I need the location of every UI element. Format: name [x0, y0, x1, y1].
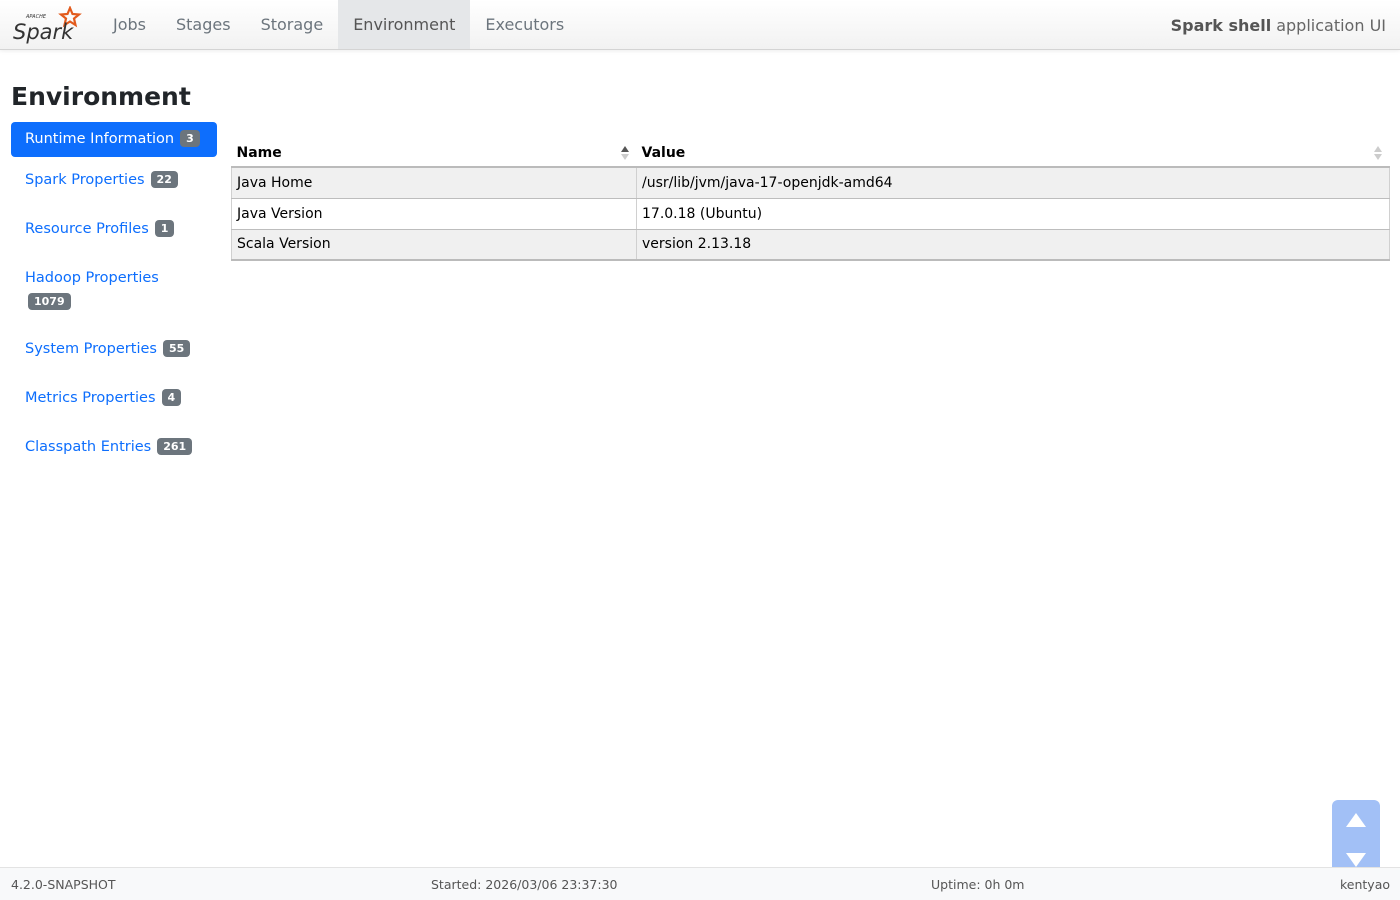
sort-icon	[1373, 146, 1382, 160]
triangle-down-icon	[1346, 853, 1366, 867]
sidebar-item-classpath-entries[interactable]: Classpath Entries 261	[11, 430, 217, 465]
nav-tabs: Jobs Stages Storage Environment Executor…	[98, 0, 579, 49]
property-value-cell: version 2.13.18	[636, 229, 1390, 261]
column-header-label: Value	[641, 144, 686, 161]
tab-storage[interactable]: Storage	[246, 0, 339, 49]
count-badge: 261	[157, 438, 193, 455]
count-badge: 55	[162, 340, 191, 357]
sidebar-item-runtime-information[interactable]: Runtime Information 3	[11, 122, 217, 157]
tab-environment[interactable]: Environment	[338, 0, 471, 49]
tab-executors[interactable]: Executors	[470, 0, 579, 49]
spark-logo[interactable]: APACHE Spark	[0, 0, 98, 50]
count-badge: 4	[161, 389, 182, 406]
tab-jobs[interactable]: Jobs	[98, 0, 161, 49]
property-name-cell: Scala Version	[231, 229, 637, 261]
property-name-cell: Java Version	[231, 198, 637, 230]
table-row: Scala Version version 2.13.18	[231, 229, 1390, 261]
sidebar-item-label: System Properties	[25, 341, 157, 357]
page-title: Environment	[11, 82, 191, 111]
property-value-cell: 17.0.18 (Ubuntu)	[636, 198, 1390, 230]
app-name: Spark shell	[1170, 15, 1272, 35]
sidebar-nav: Runtime Information 3 Spark Properties 22 …	[11, 122, 217, 479]
column-header-name[interactable]: Name	[231, 137, 637, 168]
property-value-cell: /usr/lib/jvm/java-17-openjdk-amd64	[636, 167, 1390, 199]
sidebar-item-label: Classpath Entries	[25, 439, 152, 455]
sidebar-item-spark-properties[interactable]: Spark Properties 22	[11, 163, 217, 198]
sidebar-item-resource-profiles[interactable]: Resource Profiles 1	[11, 212, 217, 247]
spark-version: 4.2.0-SNAPSHOT	[11, 877, 116, 892]
app-suffix: application UI	[1276, 15, 1386, 35]
sort-ascending-icon	[620, 146, 629, 160]
count-badge: 1079	[28, 293, 71, 310]
property-name-cell: Java Home	[231, 167, 637, 199]
top-navbar: APACHE Spark Jobs Stages Storage Environ…	[0, 0, 1400, 50]
table-row: Java Version 17.0.18 (Ubuntu)	[231, 198, 1390, 230]
count-badge: 1	[154, 220, 175, 237]
user-name: kentyao	[1339, 877, 1390, 892]
table-header-row: Name Value	[231, 137, 1390, 168]
sidebar-item-system-properties[interactable]: System Properties 55	[11, 332, 217, 367]
sidebar-item-hadoop-properties[interactable]: Hadoop Properties 1079	[11, 261, 217, 320]
triangle-up-icon	[1346, 813, 1366, 827]
column-header-label: Name	[236, 144, 282, 161]
sidebar-item-metrics-properties[interactable]: Metrics Properties 4	[11, 381, 217, 416]
started-time: Started: 2026/03/06 23:37:30	[431, 877, 618, 892]
count-badge: 3	[180, 130, 200, 147]
sidebar-item-label: Spark Properties	[25, 172, 145, 188]
uptime: Uptime: 0h 0m	[931, 877, 1025, 892]
runtime-information-table: Name Value Java Home /usr/lib/jvm/java-1…	[231, 137, 1390, 261]
tab-stages[interactable]: Stages	[161, 0, 246, 49]
svg-text:Spark: Spark	[13, 20, 74, 44]
sidebar-item-label: Metrics Properties	[25, 390, 156, 406]
sidebar-item-label: Resource Profiles	[25, 221, 149, 237]
app-title: Spark shell application UI	[1171, 0, 1386, 50]
table-row: Java Home /usr/lib/jvm/java-17-openjdk-a…	[231, 167, 1390, 199]
sidebar-item-label: Hadoop Properties	[25, 270, 159, 286]
column-header-value[interactable]: Value	[636, 137, 1390, 168]
footer: 4.2.0-SNAPSHOT Started: 2026/03/06 23:37…	[0, 867, 1400, 900]
spark-logo-icon: APACHE Spark	[13, 6, 82, 44]
sidebar-item-label: Runtime Information	[25, 131, 175, 147]
count-badge: 22	[150, 171, 178, 188]
scroll-up-button[interactable]	[1332, 800, 1380, 840]
